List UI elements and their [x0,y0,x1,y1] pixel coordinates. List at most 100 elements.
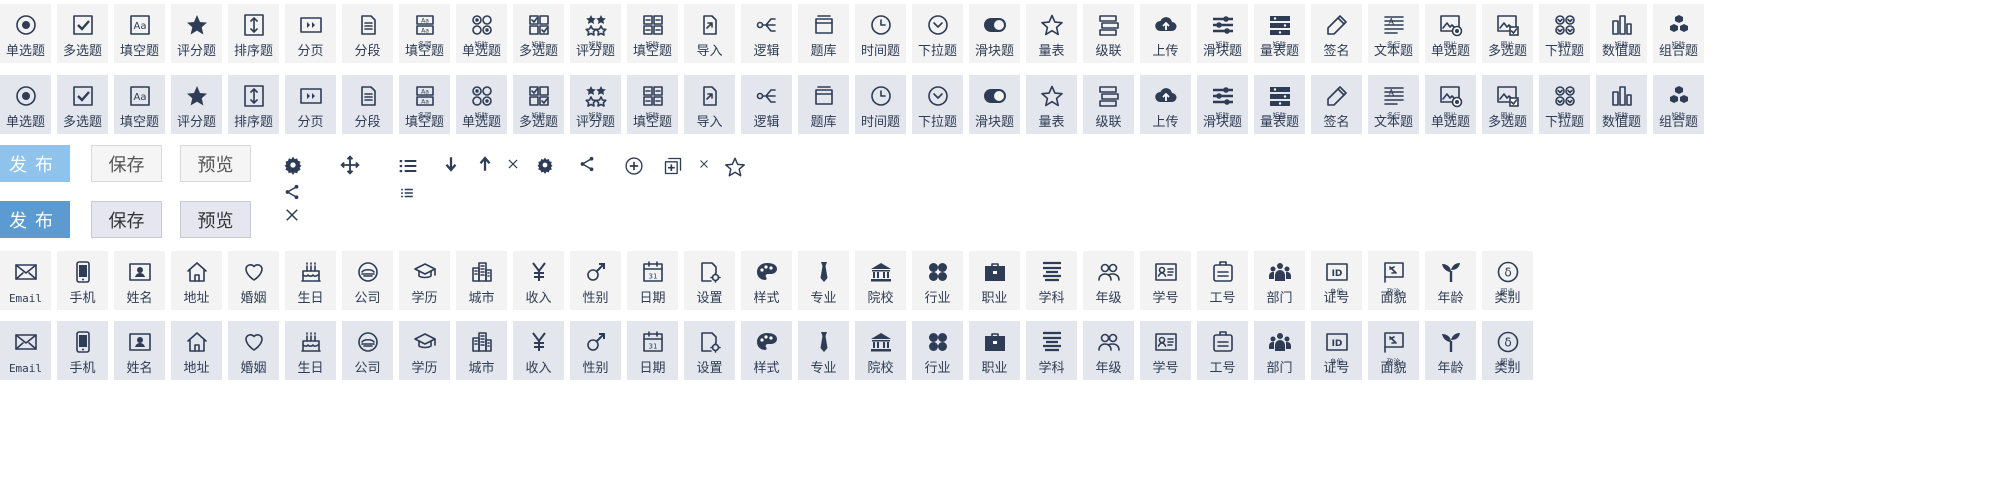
publish-button-active[interactable]: 发布 [0,201,70,238]
question-type-paragraph-tile[interactable]: 分段 [342,4,393,63]
list-small-icon[interactable] [400,186,414,200]
star-outline-icon[interactable] [724,156,746,178]
field-hover-sprout-tile[interactable]: 年龄 [1425,321,1476,380]
field-hover-subject-tile[interactable]: 学科 [1026,321,1077,380]
close-small-icon[interactable] [506,157,520,171]
field-calendar-tile[interactable]: 31 日期 [627,251,678,310]
save-button[interactable]: 保存 [91,145,162,182]
question-type-cubes-tile[interactable]: 矩阵 组合题 [1653,4,1704,63]
close-tiny-icon[interactable] [698,158,710,170]
question-type-hover-paragraph-tile[interactable]: 分段 [342,75,393,134]
field-hover-briefcase-tile[interactable]: 职业 [969,321,1020,380]
field-hover-users-tile[interactable]: 年级 [1083,321,1134,380]
question-type-matrix-fill-tile[interactable]: 矩阵 填空题 [627,4,678,63]
arrow-down-icon[interactable] [442,155,460,173]
question-type-sort-tile[interactable]: 排序题 [228,4,279,63]
question-type-hover-clock-tile[interactable]: 时间题 [855,75,906,134]
field-hover-heart-tile[interactable]: 婚姻 [228,321,279,380]
add-box-icon[interactable] [663,156,683,176]
question-type-hover-sort-tile[interactable]: 排序题 [228,75,279,134]
question-type-hover-image-radio-tile[interactable]: 图片 单选题 [1425,75,1476,134]
question-type-hover-logic-tile[interactable]: 逻辑 [741,75,792,134]
question-type-logic-tile[interactable]: 逻辑 [741,4,792,63]
field-mail-tile[interactable]: Email [0,251,51,310]
field-city-tile[interactable]: 城市 [456,251,507,310]
question-type-hover-cascade-tile[interactable]: 级联 [1083,75,1134,134]
question-type-dropdown-tile[interactable]: 下拉题 [912,4,963,63]
arrow-up-icon[interactable] [476,155,494,173]
list-icon[interactable] [398,156,418,176]
field-hover-clover-tile[interactable]: 行业 [912,321,963,380]
question-type-star-outline-tile[interactable]: 量表 [1026,4,1077,63]
question-type-image-radio-tile[interactable]: 图片 单选题 [1425,4,1476,63]
preview-button-active[interactable]: 预览 [180,201,251,238]
field-subject-tile[interactable]: 学科 [1026,251,1077,310]
question-type-matrix-stars-tile[interactable]: 矩阵 评分题 [570,4,621,63]
field-tie-tile[interactable]: 专业 [798,251,849,310]
question-type-hover-cubes-tile[interactable]: 矩阵 组合题 [1653,75,1704,134]
question-type-toggle-tile[interactable]: 滑块题 [969,4,1020,63]
field-hover-city-tile[interactable]: 城市 [456,321,507,380]
field-hover-cake-tile[interactable]: 生日 [285,321,336,380]
question-type-hover-image-checkbox-tile[interactable]: 图片 多选题 [1482,75,1533,134]
field-bank-tile[interactable]: 院校 [855,251,906,310]
share-small-icon[interactable] [578,155,596,173]
question-type-checkbox-tile[interactable]: 多选题 [57,4,108,63]
question-type-hover-star-outline-tile[interactable]: 量表 [1026,75,1077,134]
question-type-hover-star-solid-tile[interactable]: 评分题 [171,75,222,134]
field-briefcase-tile[interactable]: 职业 [969,251,1020,310]
question-type-hover-radio-tile[interactable]: 单选题 [0,75,51,134]
question-type-text-aa-tile[interactable]: Aa 填空题 [114,4,165,63]
field-heart-tile[interactable]: 婚姻 [228,251,279,310]
field-hover-home-tile[interactable]: 地址 [171,321,222,380]
field-hover-company-tile[interactable]: 公司 [342,321,393,380]
question-type-hover-checkbox-tile[interactable]: 多选题 [57,75,108,134]
question-type-hover-matrix-radio-tile[interactable]: 矩阵 单选题 [456,75,507,134]
field-hover-calendar-tile[interactable]: 31 日期 [627,321,678,380]
move-icon[interactable] [340,155,360,175]
field-hover-student-card-tile[interactable]: 学号 [1140,321,1191,380]
question-type-matrix-scale-tile[interactable]: 矩阵 量表题 [1254,4,1305,63]
preview-button[interactable]: 预览 [180,145,251,182]
question-type-cascade-tile[interactable]: 级联 [1083,4,1134,63]
field-hover-category-tile[interactable]: δ 职业 类别 [1482,321,1533,380]
field-hover-badge-tile[interactable]: 工号 [1197,321,1248,380]
question-type-clock-tile[interactable]: 时间题 [855,4,906,63]
question-type-hover-pen-tile[interactable]: 签名 [1311,75,1362,134]
question-type-hover-sliders-tile[interactable]: 矩阵 滑块题 [1197,75,1248,134]
field-gender-tile[interactable]: 性别 [570,251,621,310]
question-type-pen-tile[interactable]: 签名 [1311,4,1362,63]
question-type-hover-page-break-tile[interactable]: 分页 [285,75,336,134]
field-palette-tile[interactable]: 样式 [741,251,792,310]
question-type-hover-multiline-tile[interactable]: A 多行 文本题 [1368,75,1419,134]
field-hover-id-card-tile[interactable]: 姓名 [114,321,165,380]
question-type-hover-dropdown-tile[interactable]: 下拉题 [912,75,963,134]
field-category-tile[interactable]: δ 职业 类别 [1482,251,1533,310]
field-cake-tile[interactable]: 生日 [285,251,336,310]
field-phone-tile[interactable]: 手机 [57,251,108,310]
question-type-multi-fill-tile[interactable]: Aa Aa 多项 填空题 [399,4,450,63]
field-users-tile[interactable]: 年级 [1083,251,1134,310]
question-type-hover-matrix-checkbox-tile[interactable]: 矩阵 多选题 [513,75,564,134]
field-home-tile[interactable]: 地址 [171,251,222,310]
field-sprout-tile[interactable]: 年龄 [1425,251,1476,310]
question-type-image-checkbox-tile[interactable]: 图片 多选题 [1482,4,1533,63]
question-type-radio-tile[interactable]: 单选题 [0,4,51,63]
field-hover-bank-tile[interactable]: 院校 [855,321,906,380]
question-type-hover-upload-tile[interactable]: 上传 [1140,75,1191,134]
field-student-card-tile[interactable]: 学号 [1140,251,1191,310]
question-type-matrix-checkbox-tile[interactable]: 矩阵 多选题 [513,4,564,63]
question-type-matrix-number-tile[interactable]: 矩阵 数值题 [1596,4,1647,63]
field-hover-settings-doc-tile[interactable]: 设置 [684,321,735,380]
field-hover-palette-tile[interactable]: 样式 [741,321,792,380]
gear-small-icon[interactable] [536,156,554,174]
field-hover-mail-tile[interactable]: Email [0,321,51,380]
question-type-hover-matrix-fill-tile[interactable]: 矩阵 填空题 [627,75,678,134]
question-type-hover-import-tile[interactable]: 导入 [684,75,735,134]
question-type-hover-matrix-scale-tile[interactable]: 矩阵 量表题 [1254,75,1305,134]
question-type-multiline-tile[interactable]: A 多行 文本题 [1368,4,1419,63]
field-hover-gender-tile[interactable]: 性别 [570,321,621,380]
save-button-active[interactable]: 保存 [91,201,162,238]
question-type-hover-library-tile[interactable]: 题库 [798,75,849,134]
field-hover-tie-tile[interactable]: 专业 [798,321,849,380]
